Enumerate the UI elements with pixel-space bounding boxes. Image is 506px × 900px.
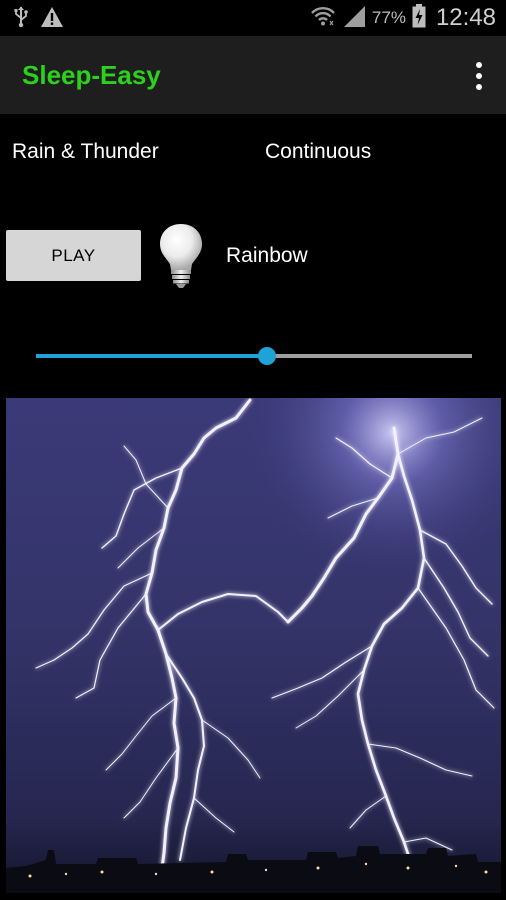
- app-title: Sleep-Easy: [22, 60, 161, 90]
- lightning-storm-photo: [6, 398, 501, 893]
- clock: 12:48: [435, 4, 496, 31]
- battery-percent: 77%: [371, 8, 406, 27]
- play-button[interactable]: PLAY: [6, 230, 141, 281]
- sound-selector[interactable]: Rain & Thunder: [12, 140, 159, 164]
- battery-charging-icon: [412, 3, 426, 33]
- light-color-selector[interactable]: Rainbow: [226, 244, 308, 268]
- playback-mode-selector[interactable]: Continuous: [265, 140, 371, 164]
- signal-icon: [342, 4, 366, 33]
- menu-dot: [476, 84, 482, 90]
- warning-icon: [40, 6, 64, 33]
- app-bar: Sleep-Easy: [0, 36, 506, 114]
- menu-dot: [476, 62, 482, 68]
- wifi-icon: [310, 4, 336, 33]
- slider-fill: [36, 354, 268, 358]
- status-system: 77% 12:48: [310, 3, 496, 33]
- overflow-menu-icon[interactable]: [474, 62, 484, 90]
- usb-icon: [14, 6, 28, 33]
- menu-dot: [476, 73, 482, 79]
- screen: 77% 12:48 Sleep-Easy Rain & Thunder Cont…: [0, 0, 506, 900]
- light-bulb-icon[interactable]: [157, 222, 205, 290]
- volume-slider[interactable]: [36, 346, 472, 366]
- slider-thumb[interactable]: [258, 347, 277, 365]
- status-bar: 77% 12:48: [0, 0, 506, 36]
- status-notifications: [14, 6, 64, 33]
